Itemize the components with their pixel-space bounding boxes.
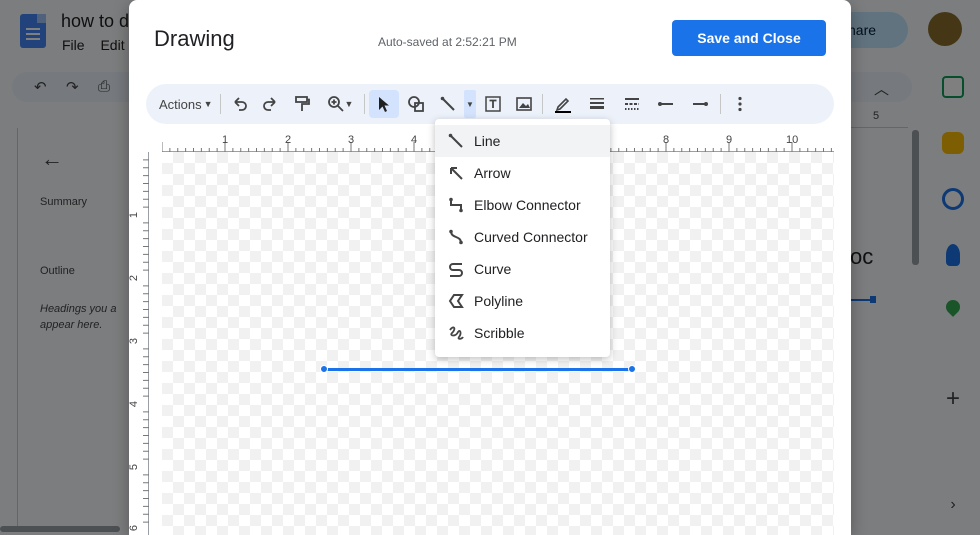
ruler-label: 10 bbox=[786, 134, 799, 146]
line-end-handle[interactable] bbox=[628, 365, 636, 373]
zoom-icon[interactable]: ▼ bbox=[320, 90, 360, 118]
chevron-down-icon: ▼ bbox=[344, 99, 354, 109]
drawing-toolbar: Actions ▼ ▼ ▼ bbox=[146, 84, 834, 124]
more-options-icon[interactable] bbox=[726, 90, 754, 118]
curved-connector-icon bbox=[449, 229, 463, 245]
image-icon[interactable] bbox=[510, 90, 538, 118]
line-dash-icon[interactable] bbox=[618, 90, 646, 118]
shape-tool-icon[interactable] bbox=[402, 90, 430, 118]
drawing-dialog: Drawing Auto-saved at 2:52:21 PM Save an… bbox=[129, 0, 851, 535]
ruler-label: 1 bbox=[129, 211, 141, 219]
line-weight-icon[interactable] bbox=[583, 90, 611, 118]
vertical-ruler: 1 2 3 4 5 6 bbox=[129, 152, 162, 535]
ruler-label: 4 bbox=[129, 400, 141, 408]
ruler-label: 1 bbox=[222, 134, 229, 146]
save-and-close-button[interactable]: Save and Close bbox=[672, 20, 826, 56]
arrow-icon bbox=[450, 167, 463, 180]
menu-item-curve[interactable]: Curve bbox=[435, 253, 610, 285]
menu-item-polyline[interactable]: Polyline bbox=[435, 285, 610, 317]
ruler-label: 6 bbox=[129, 524, 141, 532]
line-tool-dropdown-icon[interactable]: ▼ bbox=[464, 90, 476, 118]
autosave-status: Auto-saved at 2:52:21 PM bbox=[378, 35, 517, 49]
paint-format-icon[interactable] bbox=[288, 90, 316, 118]
undo-icon[interactable] bbox=[226, 90, 254, 118]
line-color-icon[interactable] bbox=[549, 90, 577, 118]
line-start-icon[interactable] bbox=[652, 90, 680, 118]
line-start-handle[interactable] bbox=[320, 365, 328, 373]
ruler-label: 8 bbox=[663, 134, 670, 146]
ruler-label: 3 bbox=[129, 337, 141, 345]
redo-icon[interactable] bbox=[256, 90, 284, 118]
polyline-icon bbox=[448, 294, 464, 308]
ruler-label: 3 bbox=[348, 134, 355, 146]
dialog-title: Drawing bbox=[154, 26, 235, 51]
menu-item-curved-connector[interactable]: Curved Connector bbox=[435, 221, 610, 253]
ruler-label: 5 bbox=[129, 463, 141, 471]
menu-item-elbow-connector[interactable]: Elbow Connector bbox=[435, 189, 610, 221]
line-end-icon[interactable] bbox=[686, 90, 714, 118]
ruler-label: 2 bbox=[285, 134, 292, 146]
scribble-icon bbox=[449, 326, 464, 340]
chevron-down-icon: ▼ bbox=[203, 99, 213, 109]
line-tool-icon[interactable] bbox=[434, 90, 462, 118]
line-type-menu: Line Arrow Elbow Connector Curved Connec… bbox=[435, 119, 610, 357]
ruler-label: 2 bbox=[129, 274, 141, 282]
ruler-label: 9 bbox=[726, 134, 733, 146]
selected-line-shape[interactable] bbox=[324, 368, 633, 371]
actions-menu[interactable]: Actions ▼ bbox=[154, 90, 214, 118]
menu-item-scribble[interactable]: Scribble bbox=[435, 317, 610, 349]
menu-item-arrow[interactable]: Arrow bbox=[435, 157, 610, 189]
text-box-icon[interactable] bbox=[479, 90, 507, 118]
line-icon bbox=[448, 133, 463, 148]
ruler-label: 4 bbox=[411, 134, 418, 146]
select-tool-icon[interactable] bbox=[369, 90, 399, 118]
curve-icon bbox=[449, 263, 463, 277]
elbow-connector-icon bbox=[449, 197, 463, 213]
menu-item-line[interactable]: Line bbox=[435, 125, 610, 157]
